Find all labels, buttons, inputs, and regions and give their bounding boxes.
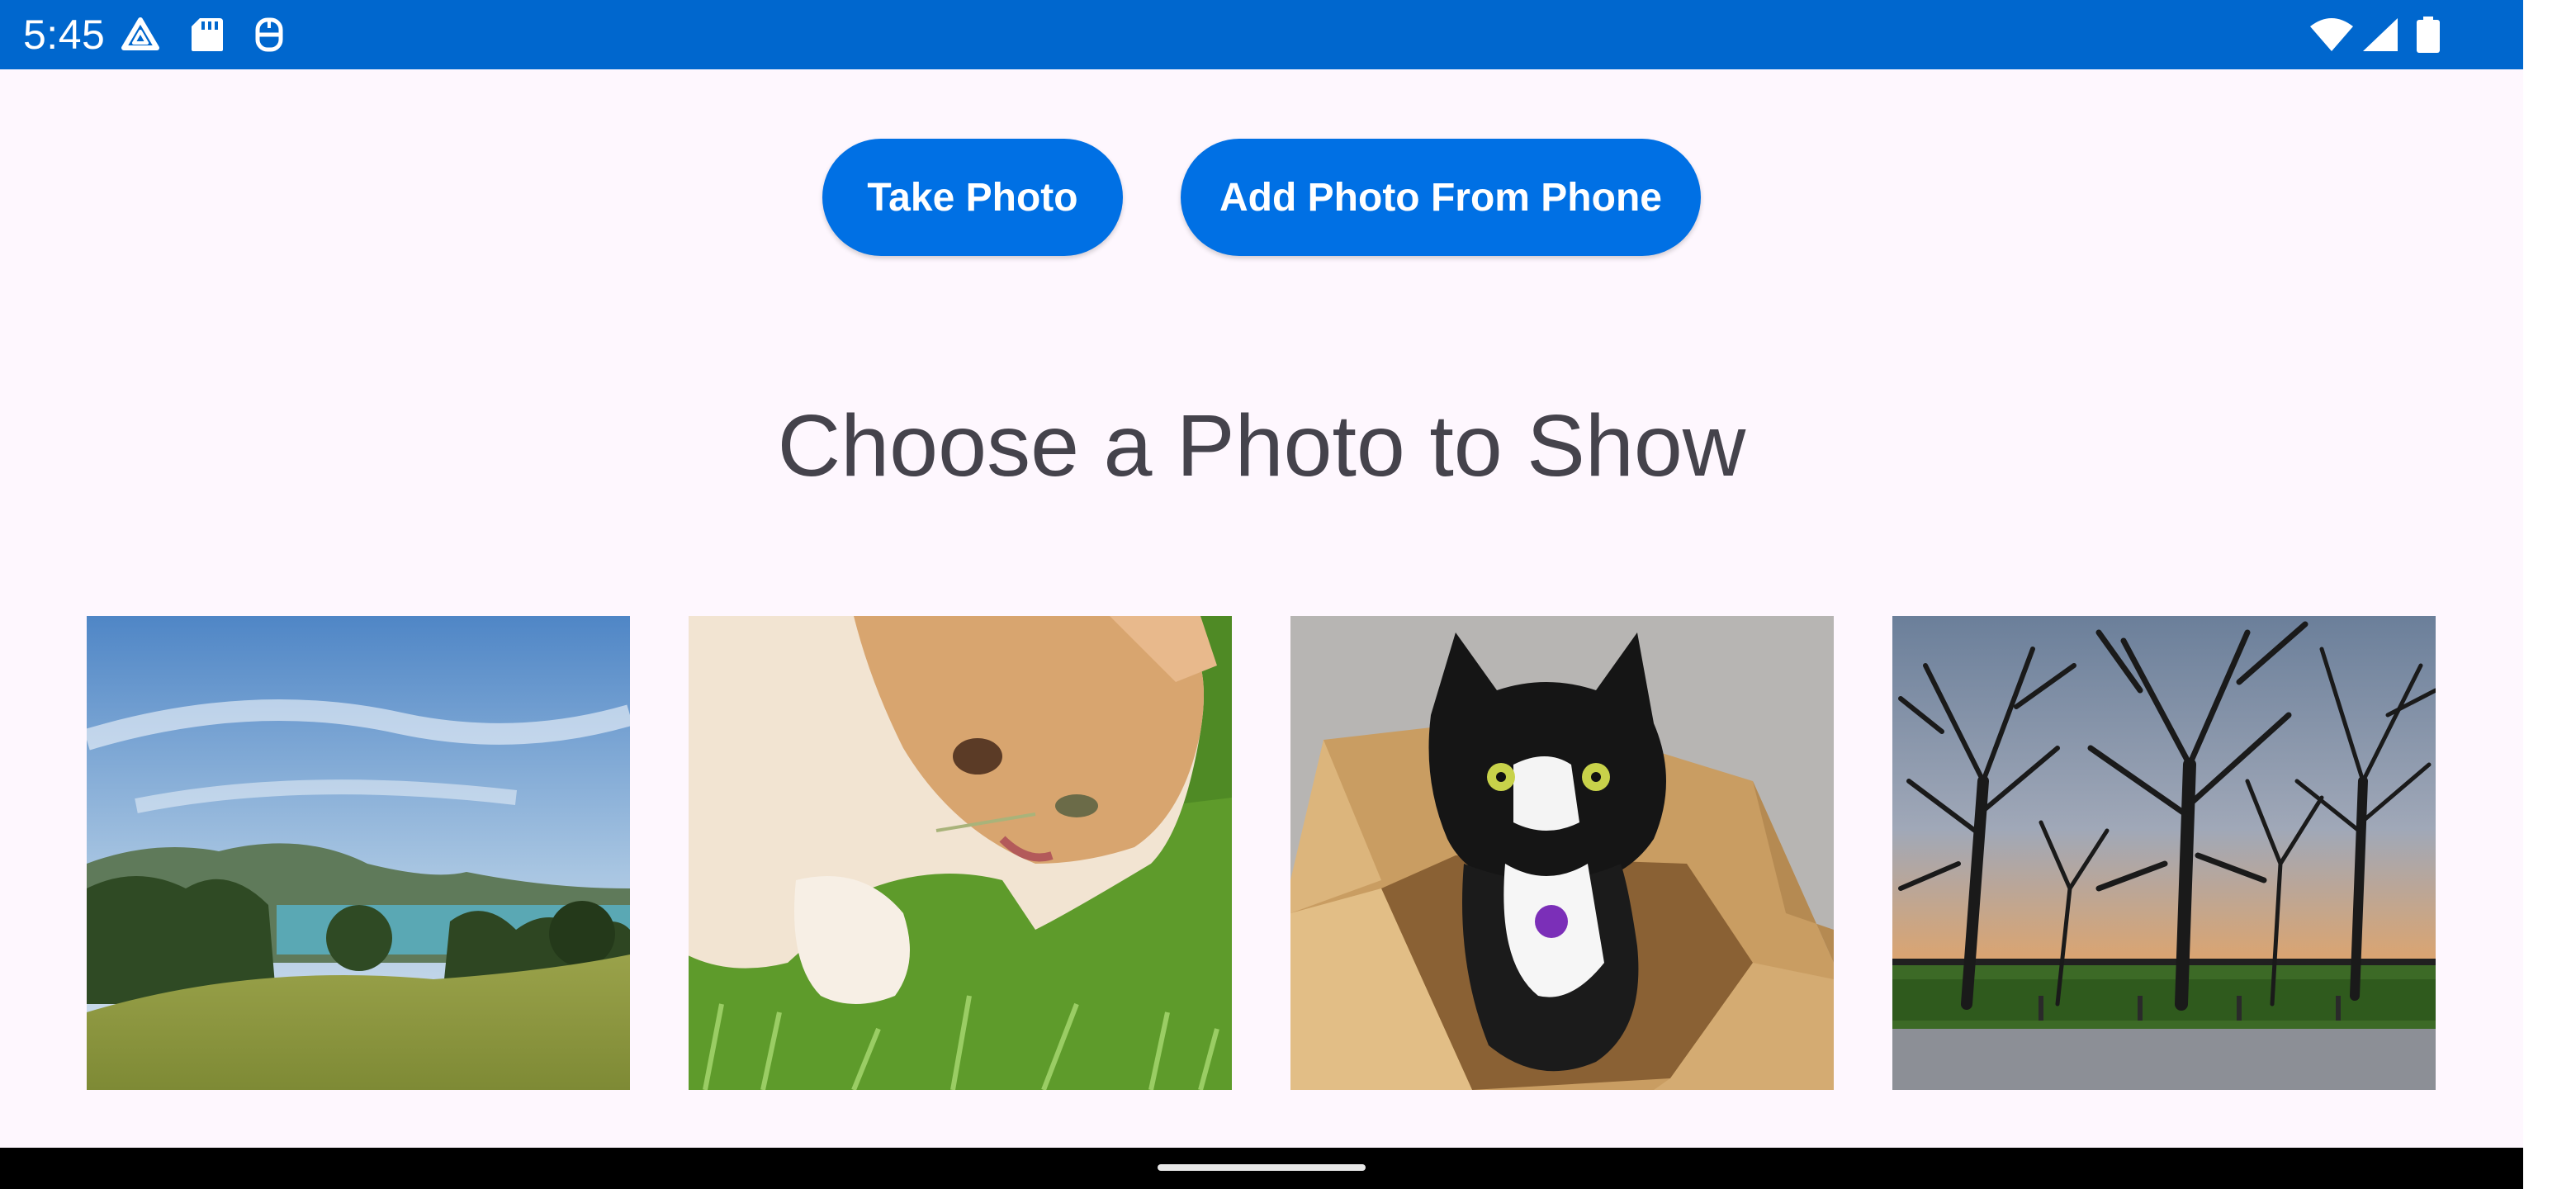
page-title: Choose a Photo to Show [777, 397, 1746, 495]
cell-signal-icon [2361, 17, 2399, 53]
drive-icon [121, 17, 160, 53]
sd-card-icon [187, 17, 226, 53]
photo-landscape[interactable] [87, 616, 630, 1090]
photo-cat-in-box[interactable] [1290, 616, 1834, 1090]
status-time: 5:45 [23, 12, 106, 58]
take-photo-button[interactable]: Take Photo [822, 139, 1123, 256]
navigation-bar [0, 1148, 2523, 1189]
battery-icon [2414, 17, 2442, 53]
home-gesture-handle[interactable] [1158, 1164, 1366, 1171]
wifi-icon [2308, 17, 2355, 53]
app-content: 5:45 Take Photo Add Photo From Phone Cho… [0, 0, 2523, 1189]
status-bar: 5:45 [0, 0, 2523, 69]
dev-tools-icon [249, 17, 289, 53]
photo-ginger-cat[interactable] [689, 616, 1232, 1090]
add-photo-from-phone-button[interactable]: Add Photo From Phone [1181, 139, 1701, 256]
screen: 5:45 Take Photo Add Photo From Phone Cho… [0, 0, 2576, 1189]
photo-trees-sunset[interactable] [1892, 616, 2436, 1090]
